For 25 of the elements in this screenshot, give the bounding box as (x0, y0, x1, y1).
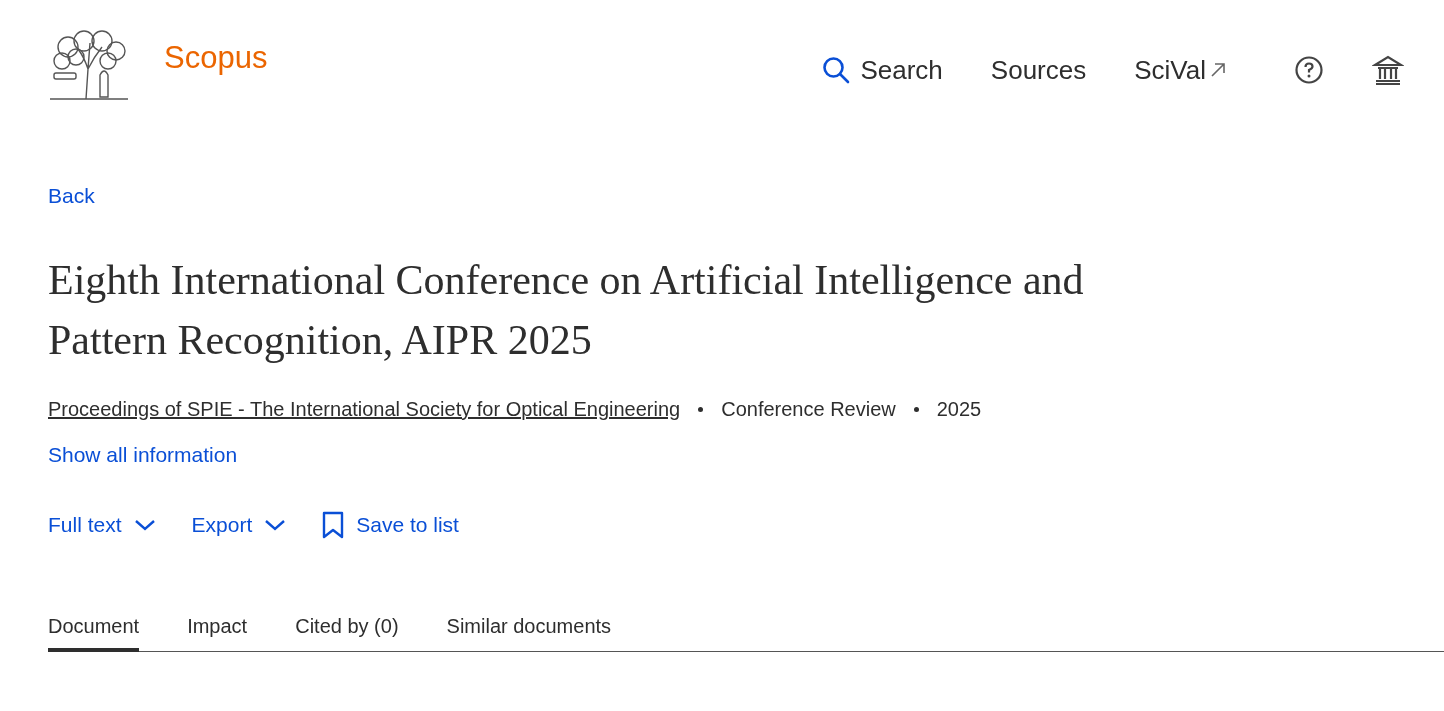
search-icon (822, 56, 851, 84)
source-link[interactable]: Proceedings of SPIE - The International Society for Optical Engineering (48, 398, 681, 421)
tab[interactable]: Cited by (0) (295, 615, 399, 652)
help-icon[interactable] (1294, 55, 1324, 85)
meta-detail: 2025 (936, 398, 982, 421)
nav-link[interactable]: SciVal (1134, 54, 1226, 86)
tab[interactable]: Document (48, 615, 140, 652)
show-all-link[interactable]: Show all information (48, 443, 238, 467)
tab[interactable]: Similar documents (446, 615, 612, 652)
nav-link[interactable]: Sources (990, 54, 1087, 86)
document-title: Eighth International Conference on Artificial Intelligence and Pattern Recognition, AIPR 2025 (48, 256, 1085, 365)
action-button[interactable]: Save to list (322, 511, 459, 539)
chevron-down-icon (264, 518, 287, 532)
chevron-down-icon (133, 518, 156, 532)
nav-link[interactable]: Search (822, 54, 943, 86)
action-button[interactable]: Full text (48, 511, 156, 539)
bookmark-icon (322, 511, 345, 539)
separator-dot (698, 407, 704, 412)
back-link[interactable]: Back (48, 184, 95, 208)
action-button[interactable]: Export (191, 511, 287, 539)
meta-detail: Conference Review (721, 398, 896, 421)
separator-dot (913, 407, 919, 412)
tab[interactable]: Impact (187, 615, 248, 652)
external-link-icon (1210, 62, 1226, 78)
institution-icon[interactable] (1372, 54, 1404, 86)
